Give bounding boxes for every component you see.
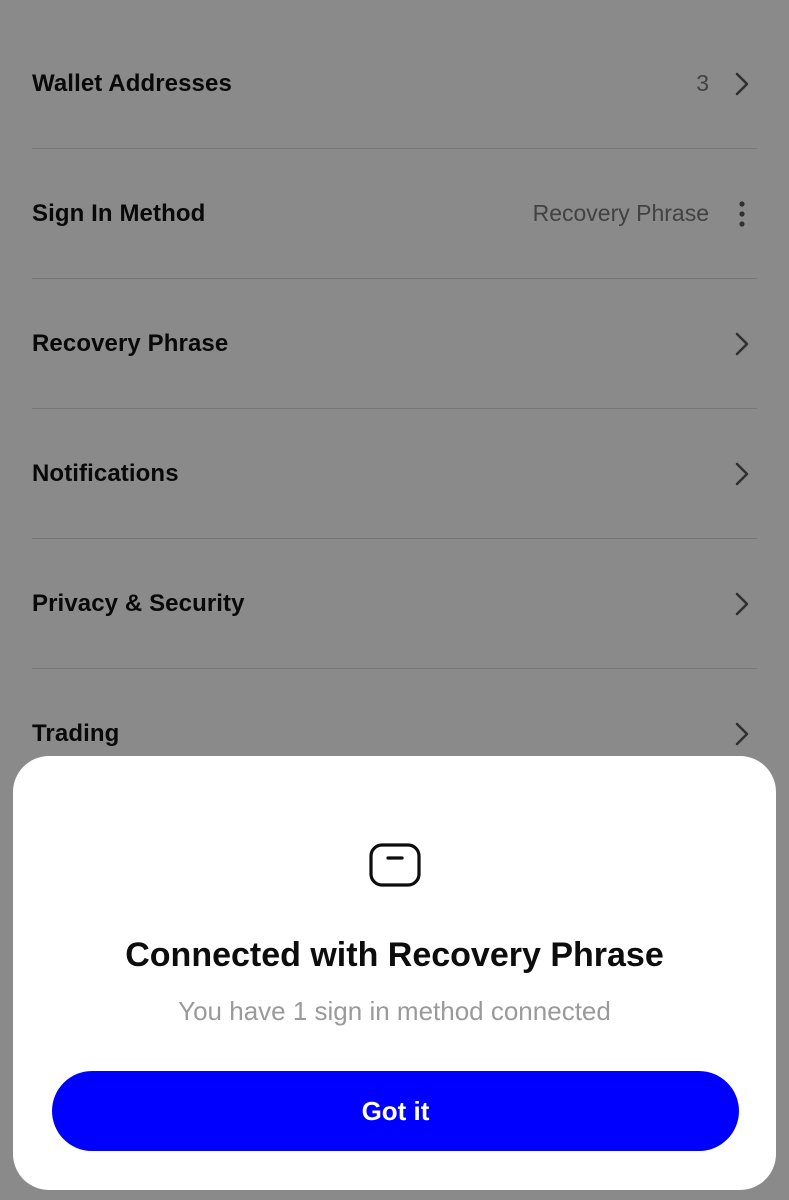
sheet-subtitle: You have 1 sign in method connected <box>178 996 611 1026</box>
got-it-button[interactable]: Got it <box>52 1071 739 1151</box>
sheet-title: Connected with Recovery Phrase <box>125 936 664 974</box>
bottom-sheet: Connected with Recovery Phrase You have … <box>13 756 776 1190</box>
connection-card-icon <box>368 842 422 888</box>
